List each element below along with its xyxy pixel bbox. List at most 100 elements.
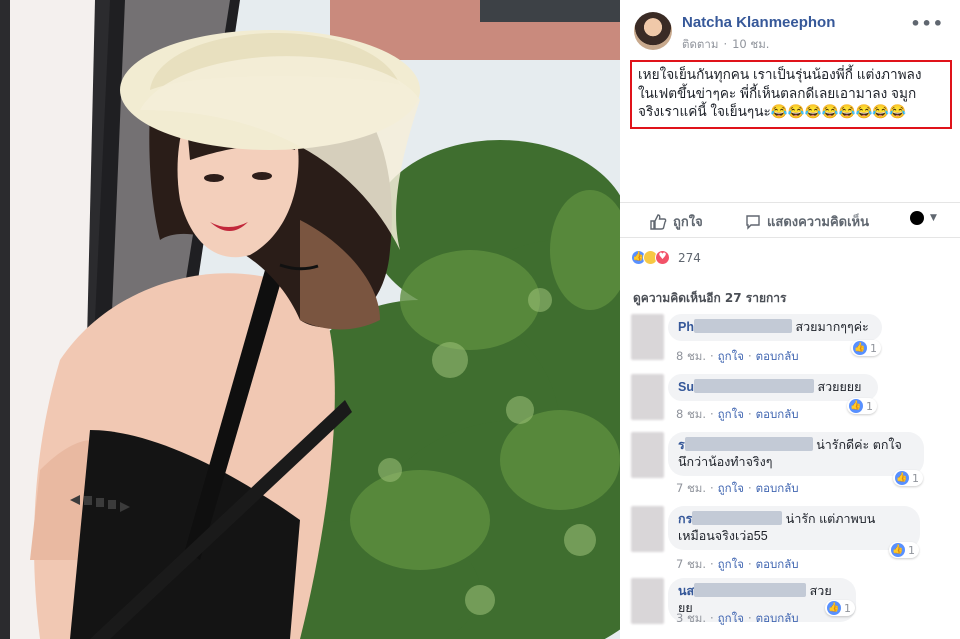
comment-item: Ph สวยมากๆๆค่ะ 👍 1 8 ชม. · ถูกใจ · ตอบกลับ xyxy=(631,314,956,370)
comment-text: สวยมากๆๆค่ะ xyxy=(795,320,869,334)
comment-text: น่ารัก แต่ภาพบน xyxy=(785,512,876,526)
comment-like-link[interactable]: ถูกใจ xyxy=(718,481,744,495)
separator-dot: · xyxy=(710,481,714,495)
separator-dot: · xyxy=(747,481,752,495)
comment-time[interactable]: 3 ชม. xyxy=(676,611,706,625)
comment-item: ร น่ารักดีค่ะ ตกใจ นึกว่าน้องทำจริงๆ 👍 1 … xyxy=(631,432,956,502)
facebook-photo-viewer: Natcha Klanmeephon ติดตาม · 10 ชม. ••• เหย… xyxy=(0,0,960,639)
comment-like-badge[interactable]: 👍 1 xyxy=(851,340,881,356)
like-count: 1 xyxy=(908,543,915,557)
love-reaction-icon: ♥ xyxy=(655,250,670,265)
more-options-icon[interactable]: ••• xyxy=(910,14,944,33)
reaction-count: 274 xyxy=(678,250,701,265)
separator-dot: · xyxy=(747,611,752,625)
comment-time[interactable]: 8 ชม. xyxy=(676,349,706,363)
commenter-name[interactable]: นส xyxy=(678,584,694,598)
comment-item: นส สวยยย 👍 1 3 ชม. · ถูกใจ · ตอบกลับ xyxy=(631,578,956,634)
commenter-avatar[interactable] xyxy=(631,314,664,360)
post-text: เหยใจเย็นกันทุกคน เราเป็นรุ่นน้องพี่กี้ … xyxy=(638,67,922,119)
comment-reply-link[interactable]: ตอบกลับ xyxy=(756,349,799,363)
comment-bubble: Su สวยยยย xyxy=(668,374,878,401)
comment-like-badge[interactable]: 👍 1 xyxy=(893,470,923,486)
comment-reply-link[interactable]: ตอบกลับ xyxy=(756,611,799,625)
comment-reply-link[interactable]: ตอบกลับ xyxy=(756,407,799,421)
blurred-name xyxy=(684,437,813,451)
commenter-name[interactable]: กร xyxy=(678,512,692,526)
reaction-selector[interactable]: ▼ xyxy=(910,211,937,225)
commenter-avatar[interactable] xyxy=(631,374,664,420)
like-count: 1 xyxy=(870,341,877,355)
comment-like-link[interactable]: ถูกใจ xyxy=(718,557,744,571)
caret-down-icon: ▼ xyxy=(930,213,937,223)
comment-like-link[interactable]: ถูกใจ xyxy=(718,349,744,363)
action-bar: ถูกใจ แสดงความคิดเห็น ▼ xyxy=(620,202,960,238)
comment-button[interactable]: แสดงความคิดเห็น xyxy=(745,211,869,232)
like-badge-icon: 👍 xyxy=(827,601,841,615)
separator-dot: · xyxy=(747,557,752,571)
like-button[interactable]: ถูกใจ xyxy=(650,211,703,232)
blurred-name xyxy=(692,511,783,525)
post-time[interactable]: 10 ชม. xyxy=(732,37,769,51)
photo-illustration xyxy=(0,0,620,639)
post-photo[interactable] xyxy=(0,0,620,639)
commenter-name[interactable]: Ph xyxy=(678,320,694,334)
separator-dot: · xyxy=(710,407,714,421)
view-more-comments-link[interactable]: ดูความคิดเห็นอีก 27 รายการ xyxy=(633,289,786,308)
comment-like-link[interactable]: ถูกใจ xyxy=(718,611,744,625)
blurred-name xyxy=(693,379,814,393)
comment-text-line2: นึกว่าน้องทำจริงๆ xyxy=(678,455,773,469)
like-count: 1 xyxy=(844,601,851,615)
like-badge-icon: 👍 xyxy=(853,341,867,355)
comment-time[interactable]: 8 ชม. xyxy=(676,407,706,421)
separator-dot: · xyxy=(747,349,752,363)
post-text-highlight: เหยใจเย็นกันทุกคน เราเป็นรุ่นน้องพี่กี้ … xyxy=(630,60,952,129)
comment-bubble: Ph สวยมากๆๆค่ะ xyxy=(668,314,882,341)
comment-text-line2: เหมือนจริงเว่อ55 xyxy=(678,529,768,543)
comment-text: สวยยยย xyxy=(817,380,862,394)
comment-footer: 8 ชม. · ถูกใจ · ตอบกลับ xyxy=(676,406,799,424)
commenter-avatar[interactable] xyxy=(631,578,664,624)
like-badge-icon: 👍 xyxy=(849,399,863,413)
profile-dot-icon xyxy=(910,211,924,225)
like-badge-icon: 👍 xyxy=(891,543,905,557)
author-name[interactable]: Natcha Klanmeephon xyxy=(682,14,835,31)
blurred-name xyxy=(694,583,807,597)
comment-icon xyxy=(746,214,760,230)
commenter-avatar[interactable] xyxy=(631,432,664,478)
follow-link[interactable]: ติดตาม xyxy=(682,37,718,51)
like-label: ถูกใจ xyxy=(673,215,703,230)
author-avatar[interactable] xyxy=(634,12,672,50)
commenter-name[interactable]: Su xyxy=(678,380,694,394)
comment-item: กร น่ารัก แต่ภาพบน เหมือนจริงเว่อ55 👍 1 7… xyxy=(631,506,956,576)
like-count: 1 xyxy=(912,471,919,485)
thumbs-up-icon xyxy=(650,213,667,230)
comment-like-badge[interactable]: 👍 1 xyxy=(889,542,919,558)
comment-time[interactable]: 7 ชม. xyxy=(676,557,706,571)
comment-reply-link[interactable]: ตอบกลับ xyxy=(756,481,799,495)
comment-footer: 7 ชม. · ถูกใจ · ตอบกลับ xyxy=(676,480,799,498)
separator-dot: · xyxy=(710,349,714,363)
comment-text: น่ารักดีค่ะ ตกใจ xyxy=(816,438,902,452)
comment-time[interactable]: 7 ชม. xyxy=(676,481,706,495)
comment-bubble: ร น่ารักดีค่ะ ตกใจ นึกว่าน้องทำจริงๆ xyxy=(668,432,924,476)
like-count: 1 xyxy=(866,399,873,413)
blurred-name xyxy=(693,319,792,333)
post-header: Natcha Klanmeephon ติดตาม · 10 ชม. ••• xyxy=(634,12,948,56)
comment-footer: 8 ชม. · ถูกใจ · ตอบกลับ xyxy=(676,348,799,366)
comment-footer: 3 ชม. · ถูกใจ · ตอบกลับ xyxy=(676,610,799,628)
post-meta: ติดตาม · 10 ชม. xyxy=(682,36,769,54)
comment-reply-link[interactable]: ตอบกลับ xyxy=(756,557,799,571)
comment-footer: 7 ชม. · ถูกใจ · ตอบกลับ xyxy=(676,556,799,574)
comment-item: Su สวยยยย 👍 1 8 ชม. · ถูกใจ · ตอบกลับ xyxy=(631,374,956,430)
commenter-avatar[interactable] xyxy=(631,506,664,552)
separator-dot: · xyxy=(747,407,752,421)
comment-like-link[interactable]: ถูกใจ xyxy=(718,407,744,421)
commenter-name[interactable]: ร xyxy=(678,438,685,452)
comment-bubble: กร น่ารัก แต่ภาพบน เหมือนจริงเว่อ55 xyxy=(668,506,920,550)
like-badge-icon: 👍 xyxy=(895,471,909,485)
comment-like-badge[interactable]: 👍 1 xyxy=(847,398,877,414)
comment-like-badge[interactable]: 👍 1 xyxy=(825,600,855,616)
comment-label: แสดงความคิดเห็น xyxy=(767,215,870,230)
separator-dot: · xyxy=(710,611,714,625)
reaction-summary[interactable]: 👍 ♥ 274 xyxy=(631,250,701,265)
